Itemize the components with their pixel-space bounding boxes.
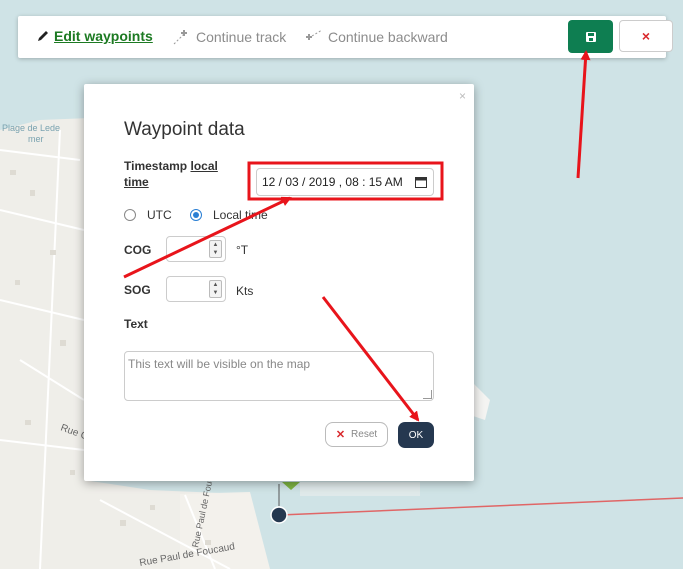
- datetime-input[interactable]: 12 / 03 / 2019 , 08 : 15 AM: [256, 168, 434, 196]
- dialog-title: Waypoint data: [124, 119, 245, 140]
- continue-track-button[interactable]: Continue track: [172, 28, 286, 46]
- continue-backward-label: Continue backward: [328, 29, 448, 45]
- sog-stepper-icon[interactable]: ▲ ▼: [209, 280, 222, 298]
- close-icon: ×: [641, 28, 651, 44]
- datetime-value: 12 / 03 / 2019 , 08 : 15 AM: [262, 175, 403, 189]
- text-placeholder: This text will be visible on the map: [128, 357, 311, 371]
- resize-handle-icon[interactable]: [423, 390, 432, 399]
- timestamp-label-text: Timestamp: [124, 159, 188, 173]
- timestamp-label: Timestamp local time: [124, 158, 218, 190]
- waypoint-marker[interactable]: [270, 506, 288, 524]
- edit-toolbar: Edit waypoints Continue track Continue b…: [18, 16, 673, 58]
- reset-x-icon: ✕: [335, 429, 346, 441]
- cog-input[interactable]: ▲ ▼: [166, 236, 226, 262]
- sog-label: SOG: [124, 283, 151, 297]
- local-time-link-cont[interactable]: time: [124, 175, 149, 189]
- local-time-option[interactable]: Local time: [190, 208, 268, 222]
- pencil-icon: [38, 31, 48, 41]
- utc-radio[interactable]: [124, 209, 136, 221]
- edit-waypoints-button[interactable]: Edit waypoints: [36, 28, 153, 44]
- add-point-icon: [173, 30, 187, 45]
- utc-label: UTC: [147, 208, 172, 222]
- continue-track-label: Continue track: [196, 29, 287, 45]
- cog-unit: °T: [236, 243, 249, 257]
- dialog-close-icon[interactable]: ×: [459, 89, 466, 103]
- local-time-label: Local time: [213, 208, 268, 222]
- add-point-backward-icon: [306, 29, 323, 40]
- save-button[interactable]: [568, 20, 613, 53]
- local-time-link[interactable]: local: [190, 159, 217, 173]
- cancel-button[interactable]: ×: [619, 20, 673, 52]
- reset-label: Reset: [351, 429, 378, 440]
- waypoint-dialog: × Waypoint data Timestamp local time 12 …: [84, 84, 474, 481]
- floppy-disk-icon: [585, 31, 596, 42]
- utc-option[interactable]: UTC: [124, 208, 172, 222]
- sog-unit: Kts: [236, 284, 254, 298]
- ok-label: OK: [408, 429, 424, 441]
- ok-button[interactable]: OK: [398, 422, 434, 448]
- text-label: Text: [124, 317, 148, 331]
- reset-button[interactable]: ✕ Reset: [325, 422, 388, 447]
- waypoint-text-input[interactable]: This text will be visible on the map: [124, 351, 434, 401]
- edit-waypoints-label: Edit waypoints: [54, 28, 153, 44]
- sog-input[interactable]: ▲ ▼: [166, 276, 226, 302]
- calendar-icon[interactable]: [415, 176, 427, 188]
- local-time-radio[interactable]: [190, 209, 202, 221]
- continue-backward-button[interactable]: Continue backward: [304, 28, 448, 46]
- cog-label: COG: [124, 243, 152, 257]
- cog-stepper-icon[interactable]: ▲ ▼: [209, 240, 222, 258]
